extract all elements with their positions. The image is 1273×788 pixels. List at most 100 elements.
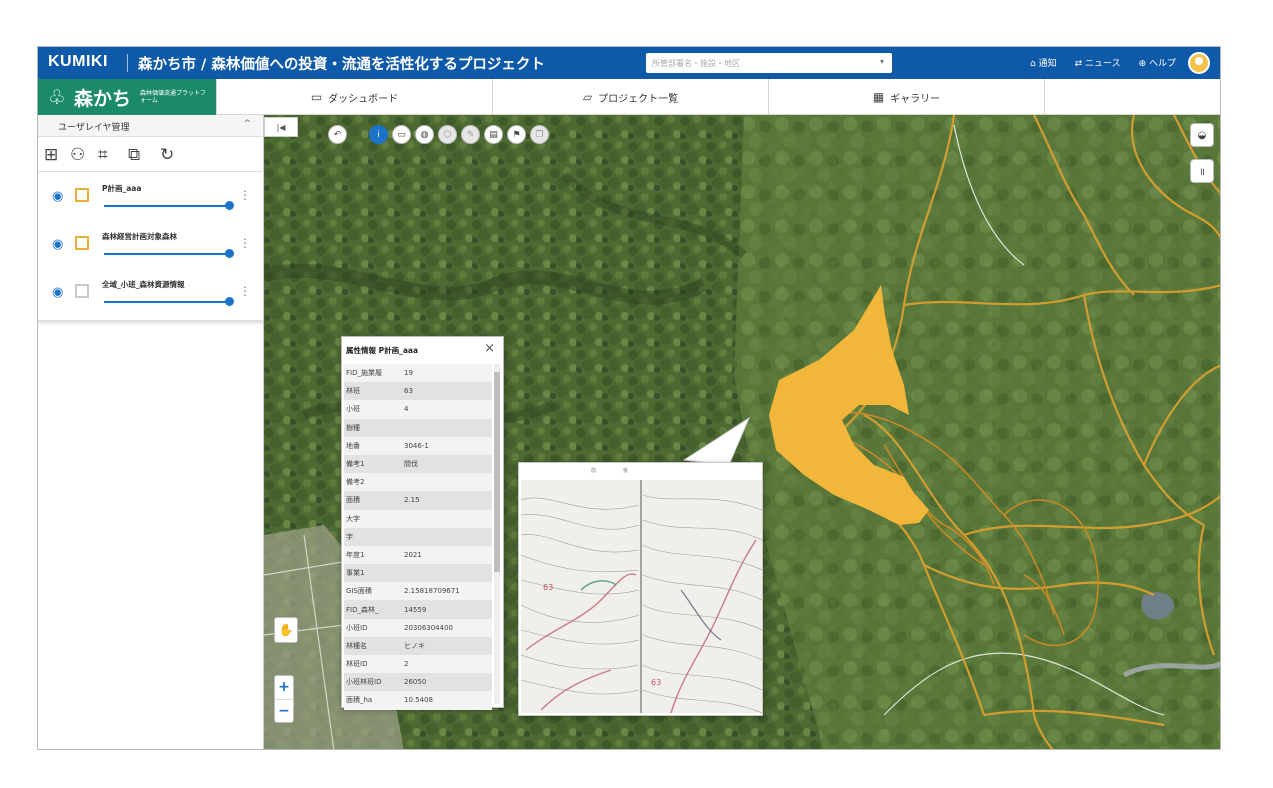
attribute-key: 樹種 xyxy=(346,423,360,432)
map-view[interactable]: |◀ ↶ i ▭ ◍ ⬡ ✎ ▤ ⚑ ❐ ◒ ॥ ✋ + − 属性情報 P計画_… xyxy=(264,115,1220,749)
copy-icon[interactable]: ❐ xyxy=(530,125,549,144)
top-nav-news-label: ニュース xyxy=(1085,59,1121,69)
tab-gallery[interactable]: ▦ ギャラリー xyxy=(768,79,1044,115)
opacity-slider-handle[interactable] xyxy=(225,201,234,210)
refresh-icon[interactable]: ↻ xyxy=(160,145,174,165)
popup-scrollbar[interactable] xyxy=(494,364,500,704)
attribute-key: 小班林班ID xyxy=(346,678,382,687)
layer-item[interactable]: ◉ P計画_aaa ⋮ xyxy=(38,172,264,220)
attribute-value: 10.5408 xyxy=(404,696,433,705)
brand-separator xyxy=(127,54,128,72)
attribute-value: 20306304400 xyxy=(404,623,453,632)
user-avatar[interactable] xyxy=(1188,52,1210,74)
collapse-panel-button[interactable]: |◀ xyxy=(264,117,298,137)
attribute-key: GIS面積 xyxy=(346,587,372,596)
folder-icon: ▱ xyxy=(582,90,593,104)
opacity-slider[interactable] xyxy=(104,205,230,207)
layer-color-swatch xyxy=(75,284,89,298)
logo-mark-icon: ♧ xyxy=(48,85,66,109)
attribute-key: 林班ID xyxy=(346,660,368,669)
globe-icon[interactable]: ◍ xyxy=(415,125,434,144)
attribute-popup: 属性情報 P計画_aaa × FID_施業履 19 林班 63 小班 4 樹種 地番 3046-… xyxy=(341,336,504,710)
zoom-out-button[interactable]: − xyxy=(275,699,293,722)
more-vertical-icon[interactable]: ⋮ xyxy=(239,236,251,250)
attribute-key: FID_森林_ xyxy=(346,605,379,614)
close-icon[interactable]: × xyxy=(484,341,495,356)
eye-icon[interactable]: ◉ xyxy=(52,189,63,204)
search-input[interactable] xyxy=(652,56,852,70)
attribute-value: 4 xyxy=(404,405,409,414)
pause-icon[interactable]: ॥ xyxy=(1190,159,1214,183)
folder-add-icon[interactable]: ⧉ xyxy=(128,145,140,165)
tab-project-list[interactable]: ▱ プロジェクト一覧 xyxy=(492,79,768,115)
attribute-key: 面積_ha xyxy=(346,696,373,705)
zoom-in-button[interactable]: + xyxy=(275,676,293,699)
edit-layer-icon[interactable]: ⌗ xyxy=(98,145,108,165)
attribute-row: 林班ID 2 xyxy=(344,655,492,674)
attribute-table: FID_施業履 19 林班 63 小班 4 樹種 地番 3046-1 備考1 間伐 備考2 面積 2.15… xyxy=(344,364,492,710)
more-vertical-icon[interactable]: ⋮ xyxy=(239,284,251,298)
more-vertical-icon[interactable]: ⋮ xyxy=(239,188,251,202)
hand-pan-icon[interactable]: ✋ xyxy=(274,617,298,643)
zoom-control: + − xyxy=(274,675,294,723)
top-nav-news[interactable]: ⇄ ニュース xyxy=(1075,56,1121,69)
undo-icon[interactable]: ↶ xyxy=(328,125,347,144)
nav-tabs: ▭ ダッシュボード ▱ プロジェクト一覧 ▦ ギャラリー xyxy=(216,79,1220,115)
attribute-row: 大字 xyxy=(344,509,492,528)
attribute-row: 林班 63 xyxy=(344,382,492,401)
opacity-slider[interactable] xyxy=(104,253,230,255)
layer-item[interactable]: ◉ 森林経営計画対象森林 ⋮ xyxy=(38,220,264,268)
collapse-icon[interactable]: ^ xyxy=(243,119,251,129)
pen-icon[interactable]: ✎ xyxy=(461,125,480,144)
popup-title: 属性情報 P計画_aaa xyxy=(346,346,419,355)
attribute-key: 字 xyxy=(346,532,353,541)
attribute-row: 面積 2.15 xyxy=(344,491,492,510)
flag-icon[interactable]: ⚑ xyxy=(507,125,526,144)
attribute-row: 小班ID 20306304400 xyxy=(344,618,492,637)
project-title: 森かち市 / 森林価値への投資・流通を活性化するプロジェクト xyxy=(138,57,545,73)
attribute-value: 2.15818709671 xyxy=(404,587,460,596)
opacity-slider-handle[interactable] xyxy=(225,297,234,306)
tab-dashboard[interactable]: ▭ ダッシュボード xyxy=(216,79,492,115)
tab-gallery-label: ギャラリー xyxy=(890,93,941,105)
attribute-value: 2 xyxy=(404,660,409,669)
opacity-slider-handle[interactable] xyxy=(225,249,234,258)
tab-project-list-label: プロジェクト一覧 xyxy=(598,93,679,105)
polygon-icon[interactable]: ⬡ xyxy=(438,125,457,144)
basemap-icon[interactable]: ◒ xyxy=(1190,123,1214,147)
chevron-down-icon[interactable]: ▾ xyxy=(880,57,884,66)
layer-panel-title: ユーザレイヤ管理 xyxy=(58,123,130,133)
print-icon[interactable]: ▤ xyxy=(484,125,503,144)
attribute-row: 樹種 xyxy=(344,418,492,437)
attribute-key: 備考1 xyxy=(346,460,365,469)
add-layer-icon[interactable]: ⊞ xyxy=(44,145,58,165)
top-nav-notification[interactable]: ⌂ 通知 xyxy=(1030,56,1057,69)
info-icon[interactable]: i xyxy=(369,125,388,144)
layer-item[interactable]: ◉ 全域_小班_森林資源情報 ⋮ xyxy=(38,268,264,316)
callout-right-label: 後 xyxy=(623,468,629,474)
svg-text:63: 63 xyxy=(651,678,661,687)
attribute-value: 19 xyxy=(404,369,413,378)
app-logo[interactable]: ♧ 森かち 森林価値流通プラットフォーム xyxy=(38,79,216,115)
attribute-row: FID_施業履 19 xyxy=(344,364,492,383)
search-box[interactable]: ▾ xyxy=(646,53,892,73)
attribute-row: 小班林班ID 26050 xyxy=(344,673,492,692)
eye-icon[interactable]: ◉ xyxy=(52,237,63,252)
top-nav-help[interactable]: ⊕ ヘルプ xyxy=(1139,56,1176,69)
attribute-row: 年度1 2021 xyxy=(344,545,492,565)
brand-logo-text[interactable]: KUMIKI xyxy=(48,53,108,71)
attribute-key: 林種名 xyxy=(346,641,367,650)
attribute-value: 63 xyxy=(404,387,413,396)
eye-icon[interactable]: ◉ xyxy=(52,285,63,300)
scrollbar-thumb[interactable] xyxy=(494,372,500,572)
attribute-value: 間伐 xyxy=(404,460,418,469)
opacity-slider[interactable] xyxy=(104,301,230,303)
attribute-row: 林種名 ヒノキ xyxy=(344,636,492,655)
attribute-key: 林班 xyxy=(346,387,360,396)
attribute-value xyxy=(402,510,492,528)
attribute-key: 事業1 xyxy=(346,569,365,578)
layers-icon[interactable]: ▭ xyxy=(392,125,411,144)
share-icon[interactable]: ⚇ xyxy=(70,145,85,165)
layer-name: 森林経営計画対象森林 xyxy=(102,232,177,241)
tab-empty xyxy=(1044,79,1220,115)
